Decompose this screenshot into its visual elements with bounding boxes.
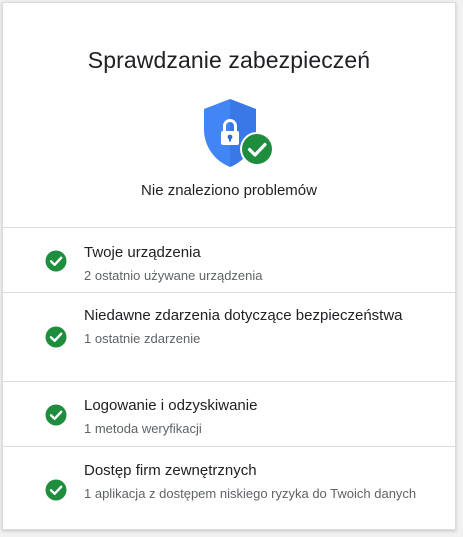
item-description: 1 metoda weryfikacji [84,421,202,436]
item-title: Twoje urządzenia [84,244,201,261]
security-checkup-card: Sprawdzanie zabezpieczeń Nie znaleziono … [2,2,456,530]
status-summary: Nie znaleziono problemów [141,182,317,199]
list-item-security-events[interactable]: Niedawne zdarzenia dotyczące bezpieczeńs… [3,293,455,382]
check-circle-icon [45,250,67,272]
list-item-signin-recovery[interactable]: Logowanie i odzyskiwanie 1 metoda weryfi… [3,382,455,447]
item-title: Dostęp firm zewnętrznych [84,462,257,479]
item-title: Logowanie i odzyskiwanie [84,397,258,414]
check-circle-icon [45,479,67,501]
check-circle-icon [45,326,67,348]
page-title: Sprawdzanie zabezpieczeń [87,47,371,73]
list-item-third-party-access[interactable]: Dostęp firm zewnętrznych 1 aplikacja z d… [3,447,455,529]
item-description: 1 ostatnie zdarzenie [84,331,201,346]
item-description: 1 aplikacja z dostępem niskiego ryzyka d… [84,486,417,501]
shield-lock-icon [200,97,276,171]
check-circle-icon [45,404,67,426]
item-title: Niedawne zdarzenia dotyczące bezpieczeńs… [84,307,403,324]
item-description: 2 ostatnio używane urządzenia [84,268,263,283]
list-item-devices[interactable]: Twoje urządzenia 2 ostatnio używane urzą… [3,228,455,293]
checkup-header: Sprawdzanie zabezpieczeń Nie znaleziono … [3,3,455,228]
check-badge-icon [240,132,274,166]
